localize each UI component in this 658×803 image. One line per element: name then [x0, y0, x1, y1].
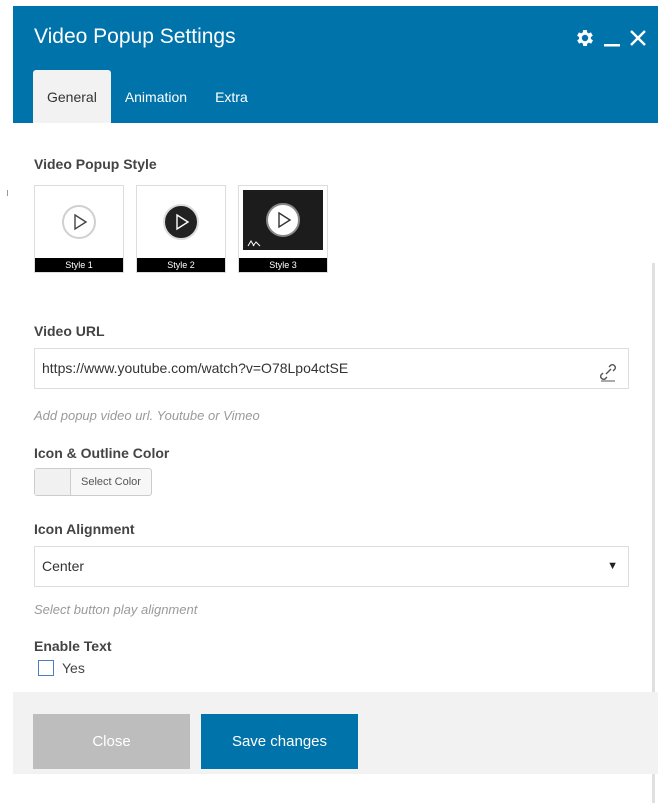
style-1-caption: Style 1 — [35, 258, 123, 272]
icon-alignment-hint: Select button play alignment — [34, 602, 198, 617]
select-color-button[interactable]: Select Color — [34, 468, 152, 496]
select-color-label: Select Color — [81, 476, 141, 488]
style-2-preview — [137, 186, 225, 258]
play-outline-icon — [62, 205, 96, 239]
style-3-caption: Style 3 — [239, 258, 327, 272]
video-url-hint: Add popup video url. Youtube or Vimeo — [34, 408, 260, 423]
header-controls — [574, 27, 648, 49]
style-2-caption: Style 2 — [137, 258, 225, 272]
video-popup-style-label: Video Popup Style — [34, 156, 157, 172]
icon-color-label: Icon & Outline Color — [34, 445, 170, 461]
video-url-value: https://www.youtube.com/watch?v=O78Lpo4c… — [42, 360, 349, 376]
save-changes-button[interactable]: Save changes — [201, 714, 358, 769]
mountain-icon — [247, 240, 261, 247]
close-icon[interactable] — [628, 27, 648, 49]
tab-general[interactable]: General — [33, 70, 111, 123]
style-options: Style 1 Style 2 Style 3 — [34, 185, 328, 273]
settings-content: Video Popup Style Style 1 Style 2 Style … — [13, 123, 658, 803]
edge-mark — [7, 190, 8, 196]
dialog-title: Video Popup Settings — [34, 25, 236, 48]
dialog-header: Video Popup Settings General Animation E… — [13, 6, 658, 123]
icon-alignment-select[interactable]: Center ▼ — [34, 546, 629, 587]
enable-text-option-label: Yes — [62, 660, 85, 676]
icon-alignment-value: Center — [42, 558, 85, 574]
gear-icon[interactable] — [574, 27, 596, 49]
link-icon[interactable] — [598, 358, 618, 397]
minimize-icon[interactable] — [602, 27, 622, 49]
dropdown-arrow-icon: ▼ — [607, 560, 618, 572]
enable-text-checkbox[interactable] — [38, 660, 54, 676]
close-button[interactable]: Close — [33, 714, 190, 769]
style-option-2[interactable]: Style 2 — [136, 185, 226, 273]
tab-extra[interactable]: Extra — [201, 70, 262, 123]
tab-animation[interactable]: Animation — [111, 70, 201, 123]
style-option-1[interactable]: Style 1 — [34, 185, 124, 273]
video-popup-settings-dialog: Video Popup Settings General Animation E… — [13, 6, 658, 803]
style-3-preview — [243, 190, 323, 250]
play-on-video-icon — [266, 203, 300, 237]
enable-text-option[interactable]: Yes — [38, 660, 85, 676]
style-option-3[interactable]: Style 3 — [238, 185, 328, 273]
tab-bar: General Animation Extra — [33, 70, 262, 123]
style-1-preview — [35, 186, 123, 258]
video-url-input[interactable]: https://www.youtube.com/watch?v=O78Lpo4c… — [34, 348, 629, 389]
enable-text-label: Enable Text — [34, 638, 112, 654]
dialog-footer: Close Save changes — [13, 692, 658, 774]
play-filled-icon — [163, 204, 199, 240]
color-swatch — [35, 469, 71, 495]
video-url-label: Video URL — [34, 323, 105, 339]
icon-alignment-label: Icon Alignment — [34, 521, 135, 537]
